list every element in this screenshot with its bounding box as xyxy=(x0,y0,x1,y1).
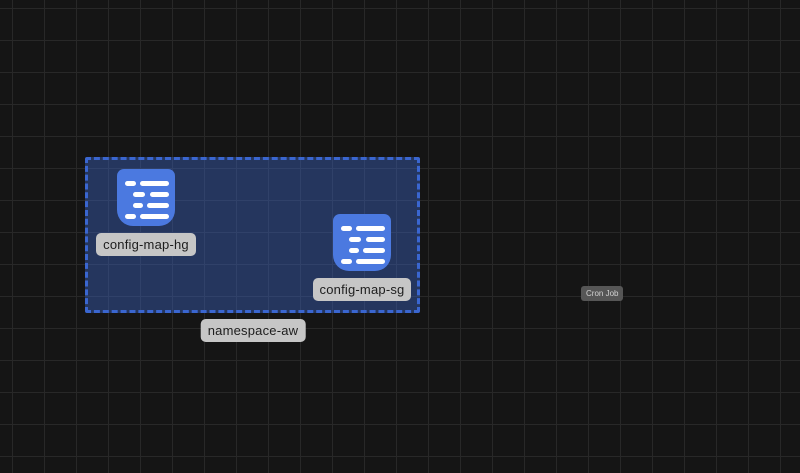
cron-job-label[interactable]: Cron Job xyxy=(581,286,623,301)
node-label: config-map-hg xyxy=(96,233,196,256)
diagram-canvas[interactable]: config-map-hg config-map-sg namespace-aw… xyxy=(0,0,800,473)
node-label: config-map-sg xyxy=(313,278,412,301)
config-map-icon[interactable] xyxy=(117,169,175,227)
namespace-group-box[interactable]: config-map-hg config-map-sg xyxy=(85,157,420,313)
config-map-icon[interactable] xyxy=(333,214,391,272)
namespace-label: namespace-aw xyxy=(201,319,306,342)
node-config-map-sg[interactable]: config-map-sg xyxy=(315,214,409,301)
node-config-map-hg[interactable]: config-map-hg xyxy=(96,169,196,256)
